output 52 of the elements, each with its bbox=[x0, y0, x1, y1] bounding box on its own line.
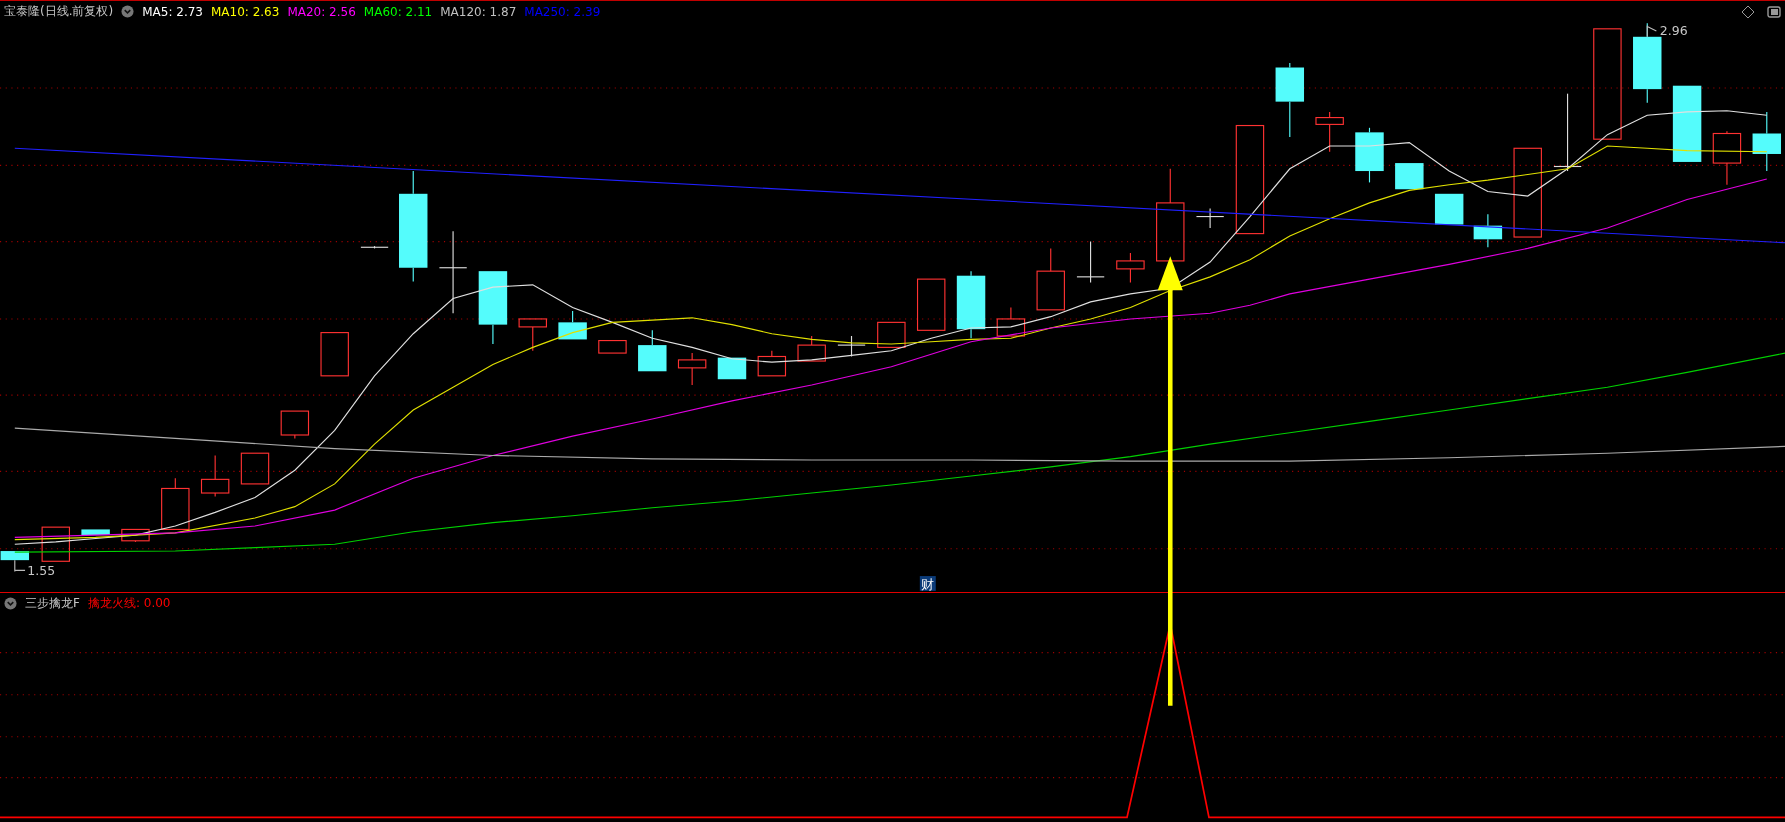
diamond-icon[interactable] bbox=[1741, 4, 1755, 19]
panel-toggle-icon[interactable] bbox=[1767, 4, 1781, 19]
candlestick bbox=[161, 477, 190, 530]
candlestick bbox=[1395, 163, 1424, 190]
chart-title: 宝泰隆(日线.前复权) bbox=[4, 3, 114, 20]
candlestick bbox=[757, 350, 787, 377]
candlestick bbox=[320, 332, 349, 377]
candlestick bbox=[1195, 208, 1225, 229]
candlestick bbox=[0, 551, 30, 561]
candlestick bbox=[996, 307, 1026, 337]
indicator-legend: 擒龙火线: 0.00 bbox=[87, 595, 171, 612]
dropdown-icon[interactable] bbox=[4, 597, 17, 610]
candlestick bbox=[1355, 127, 1384, 183]
ma-legend: MA120: 1.87 bbox=[440, 4, 517, 19]
candlestick bbox=[1036, 247, 1065, 311]
ma-legend: MA250: 2.39 bbox=[524, 4, 601, 19]
candlestick bbox=[1712, 130, 1742, 186]
candlestick bbox=[797, 335, 826, 362]
candlestick bbox=[1752, 111, 1781, 172]
candlestick bbox=[877, 321, 906, 348]
high-price-label: 2.96 bbox=[1659, 22, 1688, 38]
candlestick bbox=[1116, 252, 1145, 284]
candlestick bbox=[360, 245, 389, 249]
event-marker[interactable]: 财 bbox=[919, 576, 936, 592]
candlestick bbox=[200, 454, 230, 497]
candlestick bbox=[677, 352, 707, 386]
candlestick bbox=[1076, 241, 1105, 284]
candlestick bbox=[837, 335, 866, 358]
candlestick bbox=[598, 340, 627, 354]
indicator-title: 三步擒龙F bbox=[25, 595, 80, 612]
candlestick bbox=[956, 270, 986, 339]
low-price-label: 1.55 bbox=[27, 562, 56, 578]
pointer-icon bbox=[14, 559, 26, 573]
candlestick bbox=[240, 452, 270, 485]
candlestick bbox=[121, 528, 150, 543]
candlestick bbox=[638, 329, 667, 372]
candlestick bbox=[81, 529, 110, 536]
candlestick bbox=[916, 278, 946, 331]
dropdown-icon[interactable] bbox=[121, 5, 135, 18]
candlestick bbox=[1434, 193, 1464, 225]
ma-legend: MA20: 2.56 bbox=[287, 4, 356, 19]
ma-legend: MA10: 2.63 bbox=[210, 4, 280, 19]
ma-legend: MA60: 2.11 bbox=[363, 4, 433, 19]
pointer-icon bbox=[1646, 24, 1657, 38]
candlestick bbox=[1315, 111, 1344, 153]
candlestick bbox=[1473, 213, 1503, 248]
candlestick bbox=[41, 526, 70, 562]
ma-legend: MA5: 2.73 bbox=[142, 4, 203, 19]
candlestick bbox=[558, 310, 587, 340]
candlestick bbox=[518, 318, 547, 352]
candlestick bbox=[717, 357, 747, 380]
candlestick bbox=[280, 410, 310, 439]
